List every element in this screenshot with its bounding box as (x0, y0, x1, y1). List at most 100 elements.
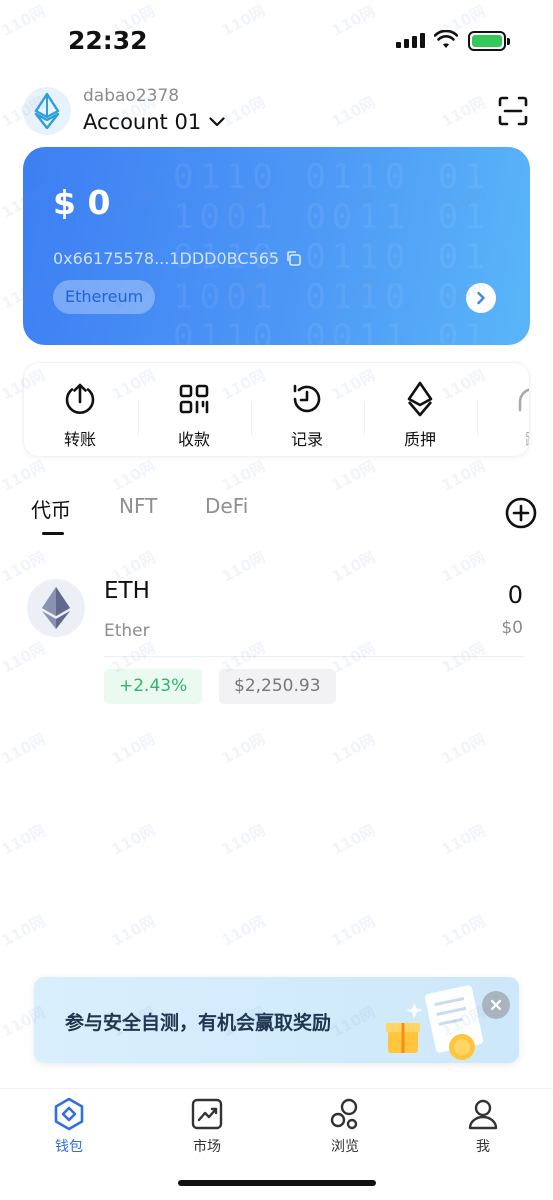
action-transfer[interactable]: 转账 (40, 381, 120, 450)
watermark-text: 110网 (328, 2, 379, 40)
token-name: Ether (104, 621, 150, 641)
qr-code-icon (179, 384, 209, 414)
price-change-badge: +2.43% (104, 669, 203, 704)
divider (251, 401, 252, 435)
nav-browse[interactable]: 浏览 (305, 1096, 385, 1156)
divider (138, 401, 139, 435)
wallet-address[interactable]: 0x66175578...1DDD0BC565 (53, 249, 302, 268)
quick-actions: 转账 收款 记录 质押 (23, 362, 530, 457)
cellular-signal-icon (396, 33, 425, 48)
promo-banner[interactable]: 参与安全自测，有机会赢取奖励 (34, 977, 519, 1063)
watermark-text: 110网 (108, 730, 159, 768)
watermark-text: 110网 (218, 548, 269, 586)
token-amount: 0 (507, 581, 523, 609)
watermark-text: 110网 (0, 2, 49, 40)
watermark-text: 110网 (108, 457, 159, 495)
watermark-text: 110网 (218, 457, 269, 495)
home-indicator (178, 1180, 376, 1186)
transfer-icon (65, 383, 95, 415)
watermark-text: 110网 (0, 639, 49, 677)
account-username: dabao2378 (83, 86, 180, 106)
token-price-badge: $2,250.93 (219, 669, 336, 704)
divider (477, 401, 478, 435)
action-history[interactable]: 记录 (267, 381, 347, 450)
watermark-text: 110网 (328, 457, 379, 495)
watermark-text: 110网 (438, 457, 489, 495)
watermark-text: 110网 (218, 912, 269, 950)
watermark-text: 110网 (438, 548, 489, 586)
watermark-text: 110网 (328, 821, 379, 859)
nav-me[interactable]: 我 (443, 1096, 523, 1156)
ethereum-logo-icon (34, 93, 60, 129)
watermark-text: 110网 (328, 548, 379, 586)
watermark-text: 110网 (438, 93, 489, 131)
promo-close-button[interactable] (482, 991, 510, 1019)
account-selector[interactable]: Account 01 (83, 110, 225, 134)
plus-circle-icon (505, 497, 537, 529)
watermark-text: 110网 (438, 912, 489, 950)
account-avatar[interactable] (23, 87, 71, 135)
watermark-text: 110网 (218, 821, 269, 859)
watermark-text: 110网 (328, 730, 379, 768)
watermark-text: 110网 (108, 821, 159, 859)
add-token-button[interactable] (504, 496, 538, 530)
wallet-icon (54, 1097, 84, 1131)
copy-icon[interactable] (285, 250, 302, 267)
card-background-pattern: 0110 0110 01 1001 0011 01 0110 0110 01 1… (173, 157, 491, 345)
browse-icon (330, 1098, 358, 1130)
watermark-text: 110网 (438, 821, 489, 859)
close-icon (490, 999, 502, 1011)
action-stake[interactable]: 质押 (380, 381, 460, 450)
action-bridge[interactable]: 跨 (493, 381, 529, 450)
wallet-balance: $ 0 (53, 183, 111, 222)
card-detail-button[interactable] (466, 283, 496, 313)
profile-icon (468, 1099, 498, 1130)
wallet-card[interactable]: 0110 0110 01 1001 0011 01 0110 0110 01 1… (23, 147, 530, 345)
scan-icon[interactable] (496, 94, 530, 128)
chevron-down-icon (209, 117, 225, 127)
watermark-text: 110网 (0, 457, 49, 495)
action-label: 转账 (63, 430, 96, 449)
tab-nft[interactable]: NFT (119, 494, 157, 518)
action-label: 质押 (403, 430, 436, 449)
action-label: 记录 (290, 430, 323, 449)
token-value: $0 (501, 618, 523, 638)
watermark-text: 110网 (438, 730, 489, 768)
nav-label: 我 (476, 1139, 490, 1155)
wallet-address-text: 0x66175578...1DDD0BC565 (53, 249, 280, 268)
wifi-icon (433, 29, 459, 54)
action-label: 跨 (493, 426, 529, 450)
gift-illustration-icon (386, 985, 483, 1060)
watermark-text: 110网 (0, 548, 49, 586)
promo-text: 参与安全自测，有机会赢取奖励 (65, 1012, 332, 1034)
nav-label: 市场 (193, 1139, 221, 1155)
divider (364, 401, 365, 435)
market-chart-icon (191, 1098, 223, 1130)
tab-defi[interactable]: DeFi (205, 494, 248, 518)
watermark-text: 110网 (218, 730, 269, 768)
eth-token-icon (27, 579, 85, 637)
history-icon (293, 384, 321, 413)
nav-label: 钱包 (55, 1139, 83, 1155)
nav-label: 浏览 (331, 1139, 359, 1155)
network-badge[interactable]: Ethereum (53, 280, 156, 314)
watermark-text: 110网 (0, 912, 49, 950)
watermark-text: 110网 (108, 912, 159, 950)
tab-tokens[interactable]: 代币 (31, 494, 71, 523)
chevron-right-icon (477, 291, 485, 305)
watermark-text: 110网 (438, 639, 489, 677)
watermark-text: 110网 (328, 912, 379, 950)
watermark-text: 110网 (0, 821, 49, 859)
token-symbol[interactable]: ETH (104, 578, 150, 604)
active-tab-indicator (42, 532, 64, 535)
watermark-text: 110网 (328, 93, 379, 131)
watermark-text: 110网 (218, 2, 269, 40)
divider (104, 656, 524, 657)
action-receive[interactable]: 收款 (154, 381, 234, 450)
watermark-text: 110网 (0, 730, 49, 768)
battery-icon (468, 31, 510, 51)
nav-wallet[interactable]: 钱包 (29, 1096, 109, 1156)
ethereum-icon (407, 381, 433, 417)
account-name: Account 01 (83, 110, 202, 134)
nav-market[interactable]: 市场 (167, 1096, 247, 1156)
